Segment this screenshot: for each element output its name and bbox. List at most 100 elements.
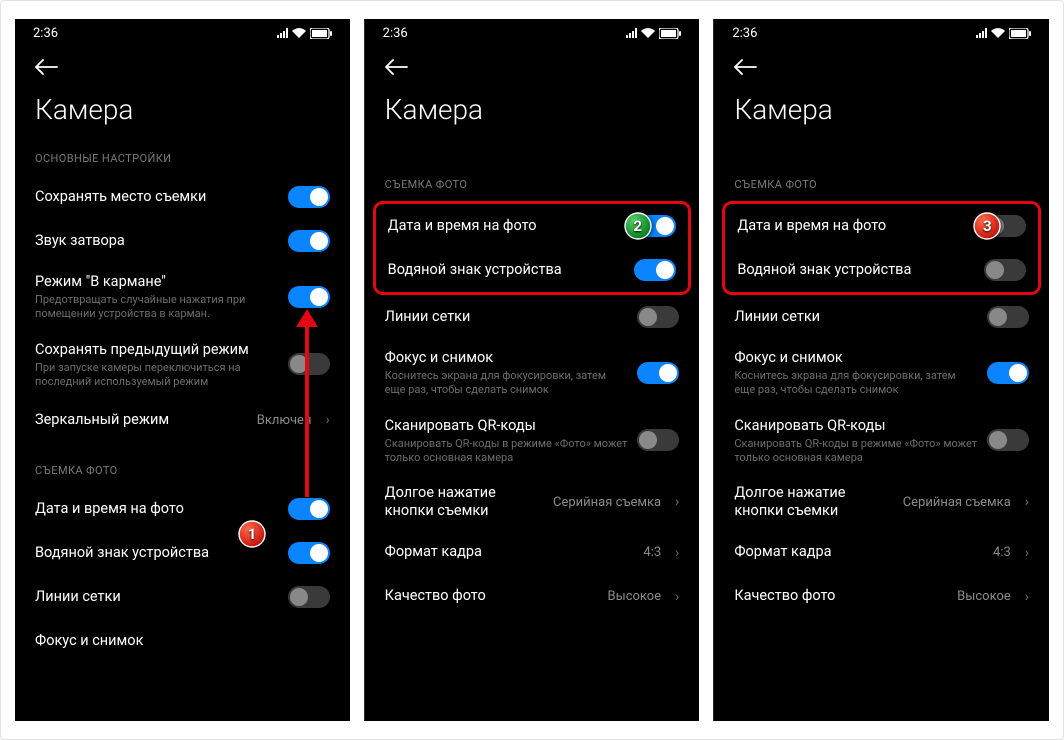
- step-badge-3: 3: [972, 211, 1002, 241]
- row-long-press[interactable]: Долгое нажатие кнопки съемки Серийная съ…: [365, 474, 700, 530]
- toggle-watermark[interactable]: [984, 259, 1026, 281]
- signal-icon: [626, 28, 637, 38]
- label: Сохранять место съемки: [35, 188, 278, 206]
- status-time: 2:36: [383, 26, 408, 41]
- row-scan-qr[interactable]: Сканировать QR-коды Сканировать QR-коды …: [714, 407, 1049, 475]
- value: Высокое: [608, 589, 662, 604]
- back-button[interactable]: [714, 47, 1049, 79]
- label: Режим "В кармане": [35, 273, 278, 291]
- value: Серийная съемка: [553, 495, 661, 510]
- row-focus-shoot[interactable]: Фокус и снимок Коснитесь экрана для фоку…: [365, 339, 700, 407]
- sublabel: Предотвращать случайные нажатия при поме…: [35, 293, 278, 321]
- label: Сканировать QR-коды: [385, 417, 628, 435]
- badge-number: 2: [623, 211, 653, 241]
- row-focus-shoot[interactable]: Фокус и снимок: [15, 619, 350, 663]
- row-scan-qr[interactable]: Сканировать QR-коды Сканировать QR-коды …: [365, 407, 700, 475]
- toggle-focus[interactable]: [987, 362, 1029, 384]
- signal-icon: [277, 28, 288, 38]
- statusbar: 2:36: [365, 19, 700, 47]
- phone-screen-2: 2:36 Камера СЪЕМКА ФОТО Дата и время на …: [364, 19, 700, 721]
- wifi-icon: [991, 28, 1005, 38]
- label: Дата и время на фото: [35, 500, 278, 518]
- sublabel: Коснитесь экрана для фокусировки, затем …: [734, 369, 977, 397]
- battery-icon: [1009, 28, 1031, 39]
- step-badge-2: 2: [623, 211, 653, 241]
- row-shutter-sound[interactable]: Звук затвора: [15, 219, 350, 263]
- value: Серийная съемка: [903, 495, 1011, 510]
- chevron-right-icon: ›: [675, 545, 679, 561]
- label: Фокус и снимок: [734, 349, 977, 367]
- label: Линии сетки: [35, 588, 278, 606]
- toggle-shutter-sound[interactable]: [288, 230, 330, 252]
- label: Формат кадра: [734, 543, 983, 561]
- row-frame-format[interactable]: Формат кадра 4:3 ›: [714, 531, 1049, 575]
- phone-screen-1: 2:36 Камера ОСНОВНЫЕ НАСТРОЙКИ Сохранять…: [15, 19, 350, 721]
- toggle-watermark[interactable]: [288, 542, 330, 564]
- status-icons: [626, 28, 681, 39]
- wifi-icon: [292, 28, 306, 38]
- battery-icon: [659, 28, 681, 39]
- chevron-right-icon: ›: [1025, 589, 1029, 605]
- chevron-right-icon: ›: [1025, 494, 1029, 510]
- chevron-right-icon: ›: [675, 589, 679, 605]
- toggle-save-location[interactable]: [288, 186, 330, 208]
- label: Долгое нажатие кнопки съемки: [385, 484, 543, 520]
- label: Водяной знак устройства: [388, 261, 625, 279]
- row-frame-format[interactable]: Формат кадра 4:3 ›: [365, 531, 700, 575]
- row-grid-lines[interactable]: Линии сетки: [15, 575, 350, 619]
- phone-screen-3: 2:36 Камера СЪЕМКА ФОТО Дата и время на …: [713, 19, 1049, 721]
- statusbar: 2:36: [714, 19, 1049, 47]
- toggle-pocket-mode[interactable]: [288, 286, 330, 308]
- row-long-press[interactable]: Долгое нажатие кнопки съемки Серийная съ…: [714, 474, 1049, 530]
- label: Долгое нажатие кнопки съемки: [734, 484, 892, 520]
- label: Фокус и снимок: [35, 632, 330, 650]
- label: Дата и время на фото: [737, 217, 974, 235]
- label: Звук затвора: [35, 232, 278, 250]
- back-button[interactable]: [15, 47, 350, 79]
- signal-icon: [976, 28, 987, 38]
- row-focus-shoot[interactable]: Фокус и снимок Коснитесь экрана для фоку…: [714, 339, 1049, 407]
- row-photo-quality[interactable]: Качество фото Высокое ›: [365, 575, 700, 619]
- status-time: 2:36: [732, 26, 757, 41]
- toggle-grid[interactable]: [288, 586, 330, 608]
- wifi-icon: [641, 28, 655, 38]
- toggle-qr[interactable]: [637, 429, 679, 451]
- label: Линии сетки: [734, 308, 977, 326]
- toggle-qr[interactable]: [987, 429, 1029, 451]
- section-photo: СЪЕМКА ФОТО: [365, 174, 700, 201]
- step-badge-1: 1: [237, 519, 267, 549]
- chevron-right-icon: ›: [325, 412, 329, 428]
- row-watermark[interactable]: Водяной знак устройства: [376, 248, 689, 292]
- label: Качество фото: [385, 587, 598, 605]
- toggle-focus[interactable]: [637, 362, 679, 384]
- toggle-grid[interactable]: [987, 306, 1029, 328]
- badge-number: 1: [237, 519, 267, 549]
- label: Зеркальный режим: [35, 411, 247, 429]
- row-watermark[interactable]: Водяной знак устройства: [15, 531, 350, 575]
- label: Дата и время на фото: [388, 217, 625, 235]
- sublabel: Сканировать QR-коды в режиме «Фото» може…: [385, 437, 628, 465]
- row-watermark[interactable]: Водяной знак устройства: [725, 248, 1038, 292]
- toggle-grid[interactable]: [637, 306, 679, 328]
- label: Линии сетки: [385, 308, 628, 326]
- badge-number: 3: [972, 211, 1002, 241]
- battery-icon: [310, 28, 332, 39]
- toggle-watermark[interactable]: [634, 259, 676, 281]
- row-save-location[interactable]: Сохранять место съемки: [15, 175, 350, 219]
- label: Фокус и снимок: [385, 349, 628, 367]
- label: Сохранять предыдущий режим: [35, 341, 278, 359]
- sublabel: При запуске камеры переключиться на посл…: [35, 361, 278, 389]
- sublabel: Сканировать QR-коды в режиме «Фото» може…: [734, 437, 977, 465]
- row-grid-lines[interactable]: Линии сетки: [714, 295, 1049, 339]
- page-title: Камера: [714, 79, 1049, 148]
- back-button[interactable]: [365, 47, 700, 79]
- label: Качество фото: [734, 587, 947, 605]
- row-photo-quality[interactable]: Качество фото Высокое ›: [714, 575, 1049, 619]
- section-photo: СЪЕМКА ФОТО: [714, 174, 1049, 201]
- row-grid-lines[interactable]: Линии сетки: [365, 295, 700, 339]
- page-title: Камера: [365, 79, 700, 148]
- chevron-right-icon: ›: [675, 494, 679, 510]
- statusbar: 2:36: [15, 19, 350, 47]
- label: Водяной знак устройства: [737, 261, 974, 279]
- label: Формат кадра: [385, 543, 634, 561]
